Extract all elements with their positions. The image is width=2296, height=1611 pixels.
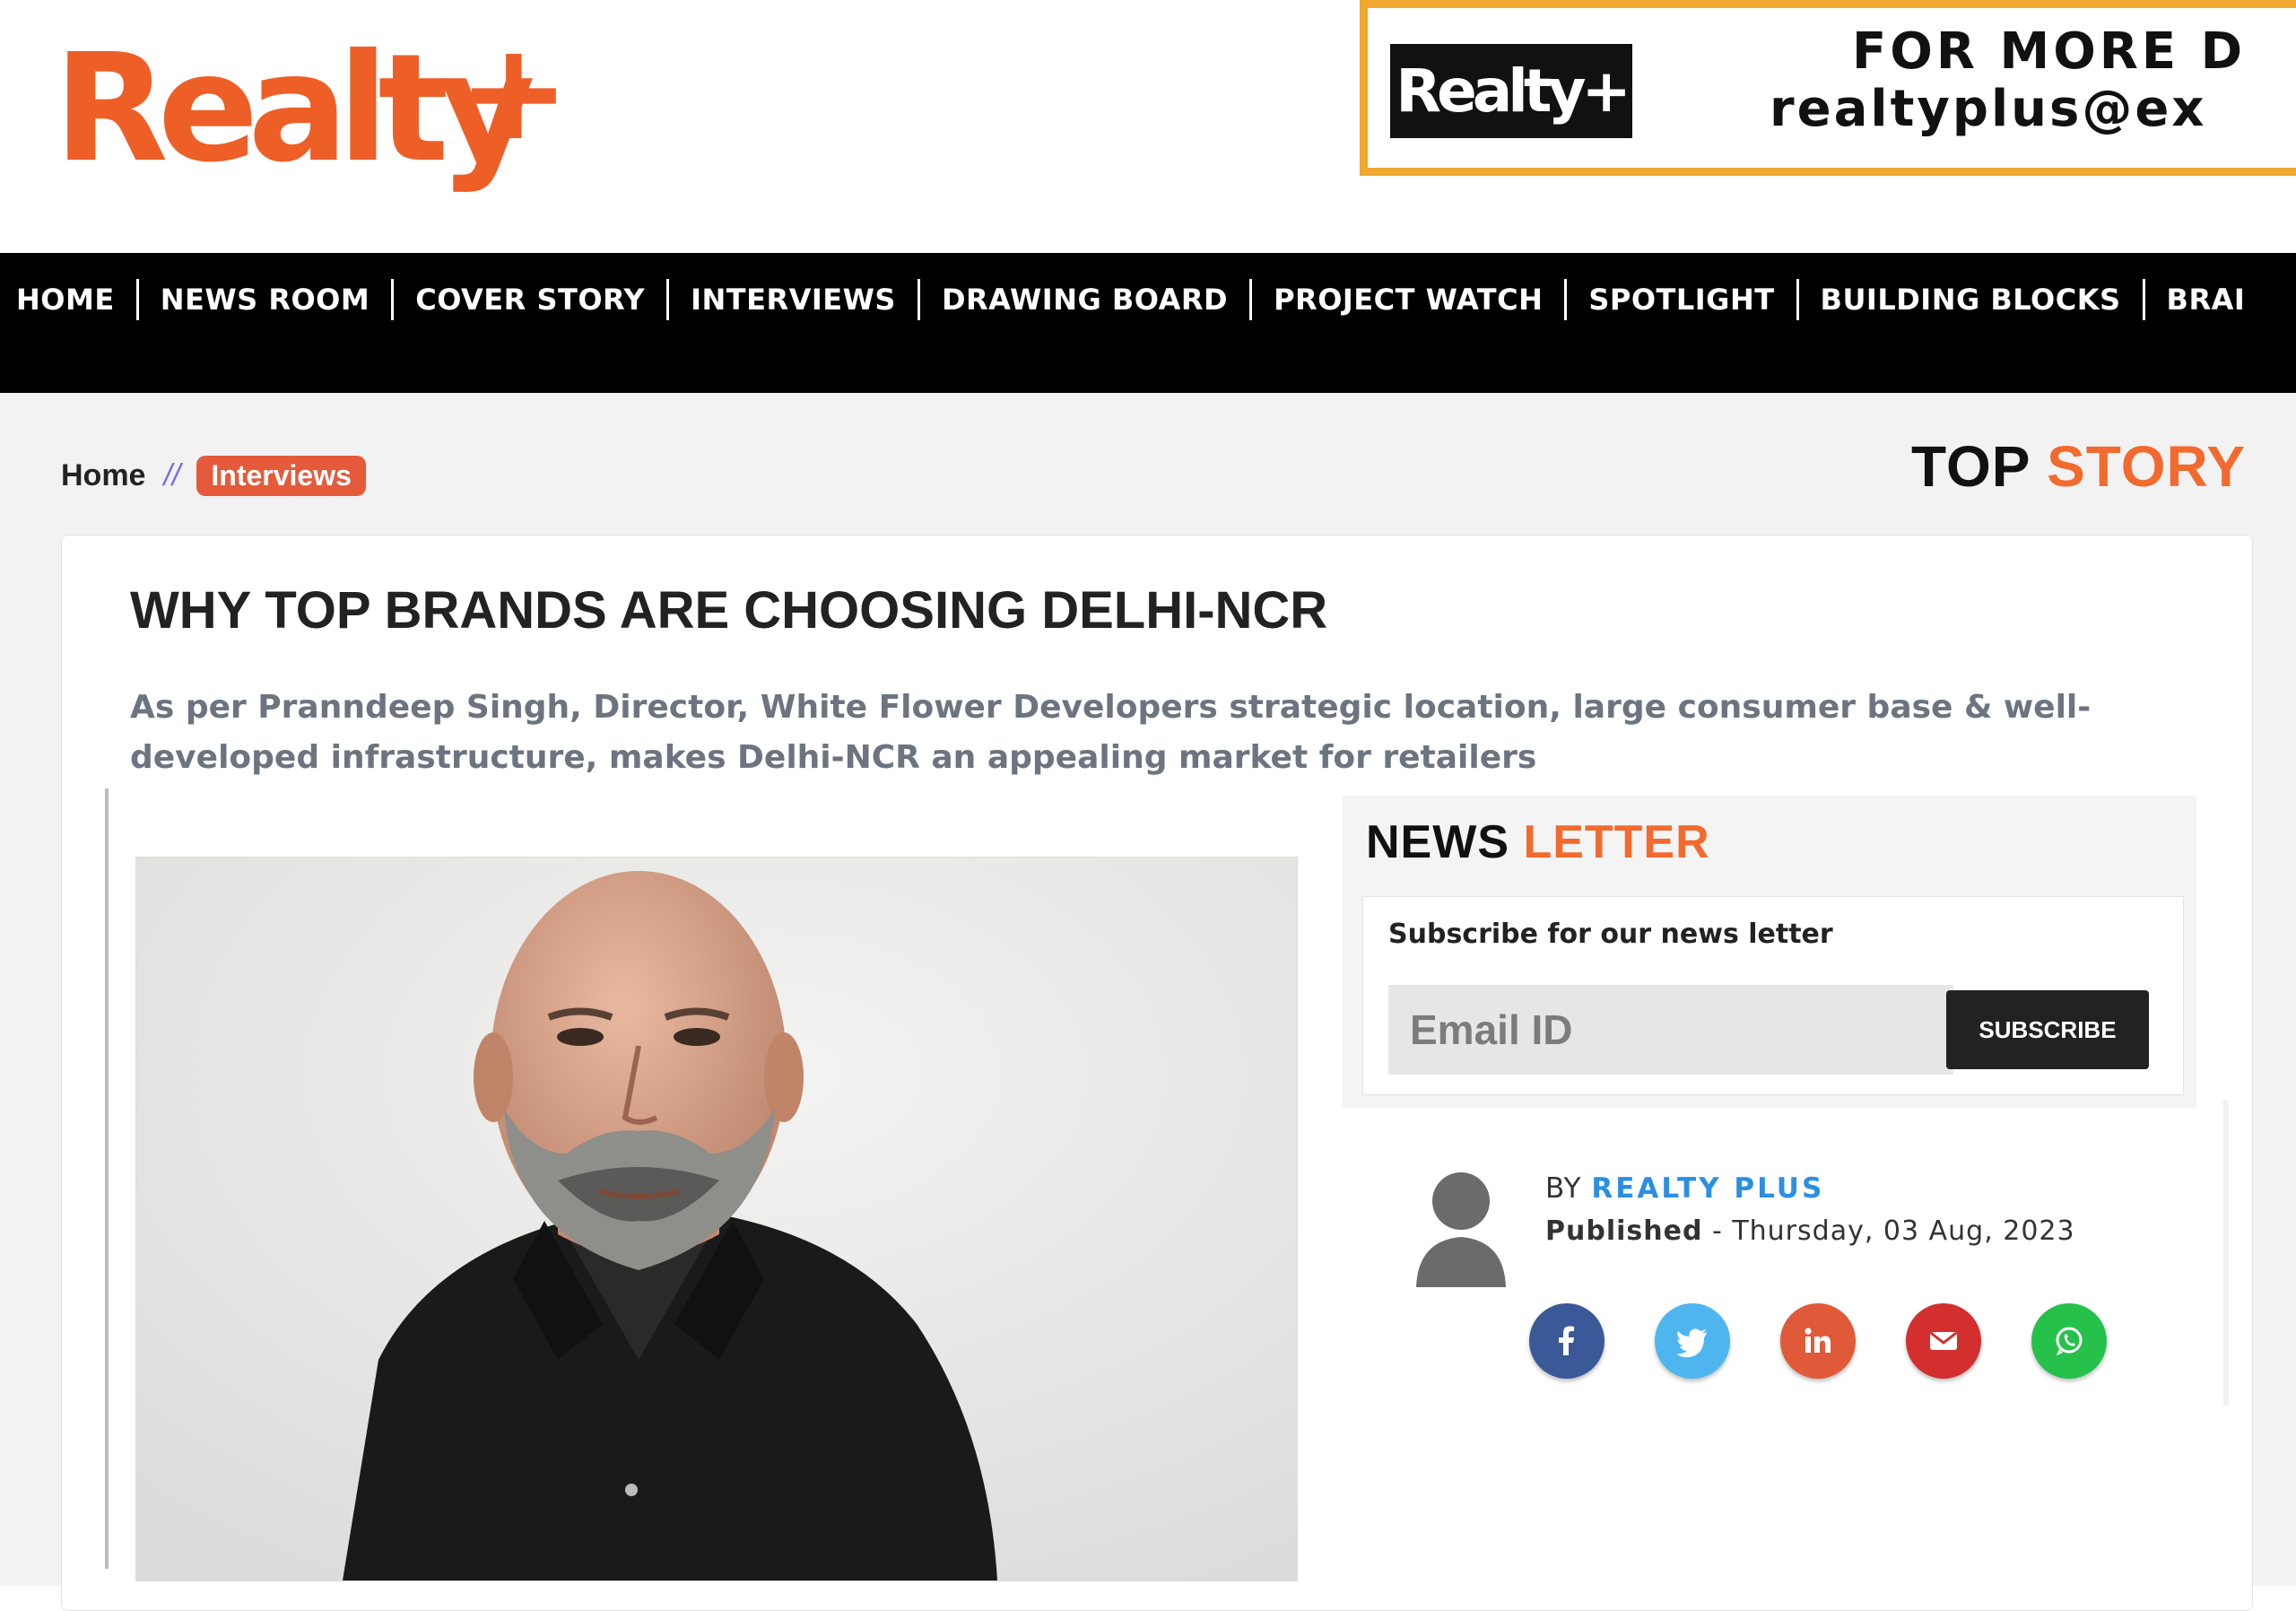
main-content: Home // Interviews TOP STORY WHY TOP BRA… bbox=[0, 393, 2296, 1611]
nav-menu: HOME NEWS ROOM COVER STORY INTERVIEWS DR… bbox=[16, 273, 2245, 327]
breadcrumb-separator: // bbox=[163, 458, 181, 492]
ad-headline: FOR MORE D bbox=[1852, 22, 2247, 81]
logo-plus-mark: + bbox=[457, 14, 570, 170]
facebook-icon bbox=[1559, 1326, 1574, 1355]
realty-plus-logo[interactable]: Realty + bbox=[54, 20, 574, 199]
linkedin-icon bbox=[1805, 1328, 1831, 1353]
byline-prefix: BY bbox=[1545, 1172, 1582, 1205]
mail-icon bbox=[1930, 1331, 1957, 1350]
nav-item-building-blocks[interactable]: BUILDING BLOCKS bbox=[1821, 283, 2121, 317]
newsletter-subtitle: Subscribe for our news letter bbox=[1388, 919, 1833, 950]
main-navigation: HOME NEWS ROOM COVER STORY INTERVIEWS DR… bbox=[0, 253, 2296, 393]
sidebar-scroll-track bbox=[2223, 1101, 2229, 1406]
publish-date: Published - Thursday, 03 Aug, 2023 bbox=[1545, 1215, 2075, 1247]
subscribe-button[interactable]: SUBSCRIBE bbox=[1946, 990, 2149, 1069]
nav-divider bbox=[1249, 279, 1253, 320]
breadcrumb-category-tag[interactable]: Interviews bbox=[196, 456, 366, 496]
logo-wordmark: Realty bbox=[54, 22, 535, 196]
linkedin-share-button[interactable] bbox=[1780, 1303, 1856, 1379]
newsletter-form: Subscribe for our news letter SUBSCRIBE bbox=[1362, 896, 2184, 1095]
whatsapp-share-button[interactable] bbox=[2031, 1303, 2107, 1379]
nav-divider bbox=[917, 279, 920, 320]
article-title: WHY TOP BRANDS ARE CHOOSING DELHI-NCR bbox=[130, 581, 1328, 640]
content-divider bbox=[105, 788, 109, 1569]
nav-divider bbox=[135, 279, 139, 320]
nav-item-home[interactable]: HOME bbox=[16, 283, 115, 317]
breadcrumb: Home // Interviews bbox=[61, 456, 366, 496]
author-name-link[interactable]: REALTY PLUS bbox=[1591, 1172, 1824, 1205]
newsletter-widget: NEWS LETTER Subscribe for our news lette… bbox=[1343, 796, 2196, 1108]
article-summary: As per Pranndeep Singh, Director, White … bbox=[130, 689, 2092, 776]
article-photo bbox=[135, 857, 1298, 1581]
twitter-share-button[interactable] bbox=[1655, 1303, 1730, 1379]
portrait-illustration bbox=[136, 858, 1297, 1581]
nav-item-drawing-board[interactable]: DRAWING BOARD bbox=[942, 283, 1228, 317]
nav-divider bbox=[391, 279, 395, 320]
whatsapp-icon bbox=[2056, 1327, 2083, 1355]
nav-divider bbox=[2142, 279, 2145, 320]
nav-item-cover-story[interactable]: COVER STORY bbox=[415, 283, 645, 317]
twitter-icon bbox=[1676, 1328, 1707, 1358]
newsletter-heading-word2: LETTER bbox=[1523, 816, 1710, 868]
nav-item-project-watch[interactable]: PROJECT WATCH bbox=[1274, 283, 1543, 317]
advertisement-banner[interactable]: Realty+ FOR MORE D realtyplus@ex bbox=[1360, 0, 2296, 176]
top-story-heading: TOP STORY bbox=[1911, 431, 2246, 502]
site-header: Realty + Realty+ FOR MORE D realtyplus@e… bbox=[0, 0, 2296, 253]
top-story-word: TOP bbox=[1911, 434, 2031, 499]
author-avatar-icon bbox=[1414, 1163, 1508, 1289]
author-byline: BY REALTY PLUS bbox=[1545, 1172, 1824, 1205]
nav-divider bbox=[1796, 279, 1799, 320]
facebook-share-button[interactable] bbox=[1529, 1303, 1605, 1379]
social-share-bar bbox=[1529, 1303, 2157, 1379]
newsletter-heading-word1: NEWS bbox=[1366, 816, 1509, 868]
email-input[interactable] bbox=[1388, 985, 1953, 1075]
nav-item-spotlight[interactable]: SPOTLIGHT bbox=[1588, 283, 1774, 317]
nav-item-interviews[interactable]: INTERVIEWS bbox=[691, 283, 896, 317]
ad-logo: Realty+ bbox=[1390, 44, 1632, 138]
ad-email: realtyplus@ex bbox=[1770, 80, 2207, 138]
nav-divider bbox=[1564, 279, 1568, 320]
newsletter-heading: NEWS LETTER bbox=[1366, 815, 1710, 869]
nav-item-brands[interactable]: BRAI bbox=[2167, 283, 2246, 317]
published-label: Published bbox=[1545, 1215, 1703, 1247]
nav-divider bbox=[666, 279, 670, 320]
published-date-value: - Thursday, 03 Aug, 2023 bbox=[1711, 1215, 2075, 1247]
story-word: STORY bbox=[2047, 434, 2246, 499]
article-card: WHY TOP BRANDS ARE CHOOSING DELHI-NCR As… bbox=[61, 535, 2253, 1611]
email-share-button[interactable] bbox=[1906, 1303, 1981, 1379]
nav-item-news-room[interactable]: NEWS ROOM bbox=[161, 283, 370, 317]
breadcrumb-home-link[interactable]: Home bbox=[61, 458, 145, 493]
